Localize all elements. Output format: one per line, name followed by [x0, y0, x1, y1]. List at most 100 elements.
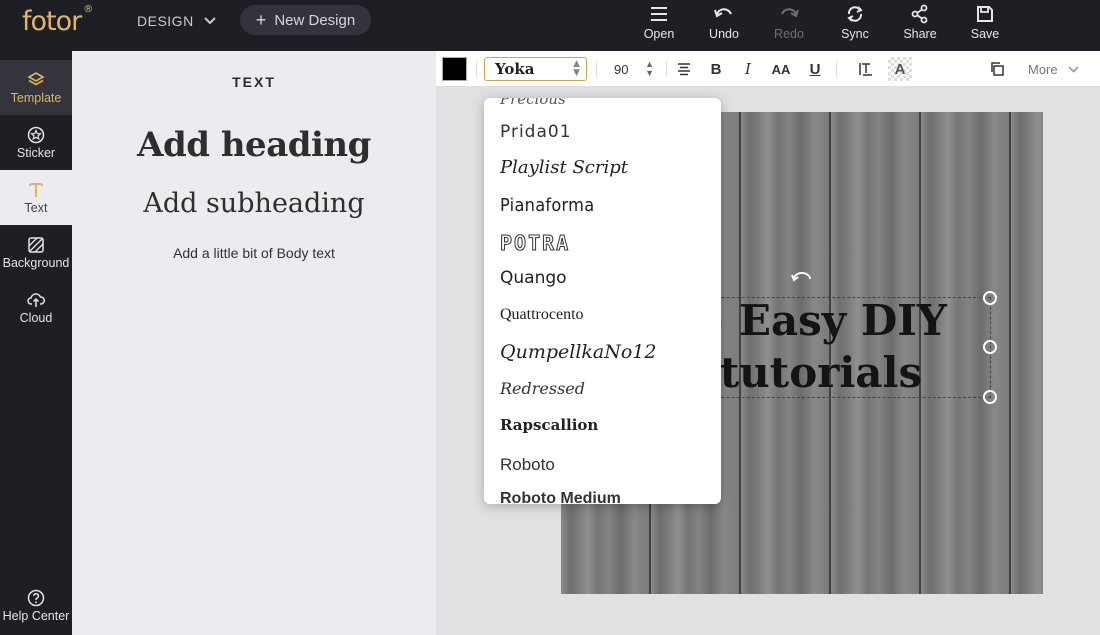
sync-label: Sync	[841, 27, 869, 41]
text-color-swatch[interactable]	[442, 57, 467, 81]
font-dropdown[interactable]: Precious Prida01 Playlist Script Pianafo…	[484, 98, 721, 504]
text-spacing-icon	[859, 63, 872, 76]
font-option[interactable]: Rapscallion	[500, 416, 598, 434]
chevron-down-icon	[203, 17, 216, 25]
italic-icon: I	[745, 60, 751, 78]
fotor-logo[interactable]: fotor ®	[22, 4, 93, 37]
align-center-icon	[678, 63, 690, 76]
font-family-select[interactable]: Yoka ▲ ▼	[484, 57, 587, 81]
new-design-label: New Design	[274, 11, 356, 29]
add-body-text-option[interactable]: Add a little bit of Body text	[72, 245, 436, 261]
save-icon	[977, 6, 993, 22]
text-effects-button[interactable]: A	[888, 57, 912, 81]
rail-item-background[interactable]: Background	[0, 225, 72, 280]
toolbar-divider	[836, 61, 837, 77]
share-icon	[911, 4, 928, 24]
sync-icon	[847, 6, 863, 22]
rail-item-label: Template	[10, 90, 62, 105]
toolbar-divider	[596, 61, 597, 77]
underline-icon: U	[809, 60, 821, 78]
rotate-handle[interactable]	[790, 270, 814, 284]
select-arrows-icon: ▲ ▼	[573, 59, 580, 78]
undo-icon	[714, 8, 732, 18]
logo-registered-mark: ®	[83, 4, 93, 15]
undo-label: Undo	[709, 27, 739, 41]
text-panel: TEXT Add heading Add subheading Add a li…	[72, 51, 436, 635]
save-button[interactable]: Save	[955, 4, 1015, 48]
add-subheading-option[interactable]: Add subheading	[72, 188, 436, 219]
rail-item-label: Text	[24, 200, 48, 215]
rail-item-cloud[interactable]: Cloud	[0, 280, 72, 335]
resize-handle-bottom-right[interactable]	[983, 390, 997, 404]
font-option[interactable]: Pianaforma	[500, 195, 594, 216]
bold-button[interactable]: B	[704, 57, 728, 81]
undo-button[interactable]: Undo	[694, 4, 754, 48]
uppercase-button[interactable]: AA	[769, 57, 793, 81]
font-option[interactable]: POTRA	[499, 231, 570, 256]
bold-icon: B	[710, 60, 722, 78]
rail-item-label: Sticker	[16, 145, 56, 160]
share-button[interactable]: Share	[890, 4, 950, 48]
font-option[interactable]: Roboto Medium	[500, 490, 621, 504]
share-label: Share	[903, 27, 937, 41]
font-option[interactable]: Roboto	[500, 455, 555, 475]
copy-icon	[991, 62, 1004, 76]
more-button[interactable]: More	[1028, 57, 1079, 81]
underline-button[interactable]: U	[803, 57, 827, 81]
redo-icon	[781, 8, 799, 18]
italic-button[interactable]: I	[736, 57, 760, 81]
rail-item-sticker[interactable]: Sticker	[0, 115, 72, 170]
more-label: More	[1028, 61, 1058, 77]
resize-handle-right[interactable]	[983, 340, 997, 354]
background-icon	[28, 236, 44, 253]
chevron-down-icon	[1068, 65, 1079, 73]
toolbar-divider	[476, 61, 477, 77]
rotate-icon	[791, 272, 811, 282]
plus-icon: +	[255, 10, 267, 30]
uppercase-icon: AA	[771, 61, 791, 77]
font-option[interactable]: Precious	[500, 98, 566, 108]
align-button[interactable]	[672, 57, 696, 81]
font-option[interactable]: Redressed	[500, 379, 585, 398]
rail-item-text[interactable]: Text	[0, 170, 72, 225]
toolbar-divider	[666, 61, 667, 77]
font-family-value: Yoka	[495, 60, 535, 78]
font-option[interactable]: Playlist Script	[500, 157, 628, 178]
left-rail: Template Sticker Text Background Cloud H…	[0, 51, 72, 635]
sticker-icon	[27, 126, 45, 143]
text-icon	[29, 182, 43, 197]
font-option[interactable]: Prida01	[500, 122, 572, 142]
open-label: Open	[643, 27, 675, 41]
resize-handle-top-right[interactable]	[983, 291, 997, 305]
font-option[interactable]: Quango	[500, 268, 567, 288]
logo-text: fotor	[22, 6, 82, 37]
panel-title: TEXT	[232, 74, 276, 90]
rail-item-label: Cloud	[19, 310, 53, 325]
help-icon	[27, 589, 45, 606]
layers-icon	[27, 71, 45, 85]
redo-button[interactable]: Redo	[759, 4, 819, 48]
menu-icon	[651, 7, 667, 21]
sync-button[interactable]: Sync	[825, 4, 885, 48]
help-center-button[interactable]: Help Center	[0, 578, 72, 633]
spacing-button[interactable]	[854, 57, 878, 81]
design-menu-label: DESIGN	[137, 13, 194, 29]
font-option[interactable]: QumpellkaNo12	[500, 341, 656, 363]
rail-item-template[interactable]: Template	[0, 60, 72, 115]
redo-label: Redo	[774, 27, 804, 41]
new-design-button[interactable]: + New Design	[240, 5, 371, 35]
text-effects-icon: A	[894, 60, 906, 78]
rail-item-label: Background	[2, 255, 70, 270]
open-button[interactable]: Open	[629, 4, 689, 48]
duplicate-button[interactable]	[985, 57, 1009, 81]
cloud-upload-icon	[27, 292, 45, 307]
font-size-stepper[interactable]: 90 ▲ ▼	[606, 57, 656, 81]
add-heading-option[interactable]: Add heading	[72, 125, 436, 165]
top-bar: fotor ® DESIGN + New Design Open Undo Red…	[0, 0, 1100, 51]
font-size-value: 90	[614, 61, 629, 77]
stepper-arrows-icon: ▲ ▼	[645, 59, 654, 78]
help-center-label: Help Center	[2, 608, 70, 623]
design-menu[interactable]: DESIGN	[137, 13, 216, 29]
save-label: Save	[970, 27, 1000, 41]
font-option[interactable]: Quattrocento	[500, 306, 584, 324]
